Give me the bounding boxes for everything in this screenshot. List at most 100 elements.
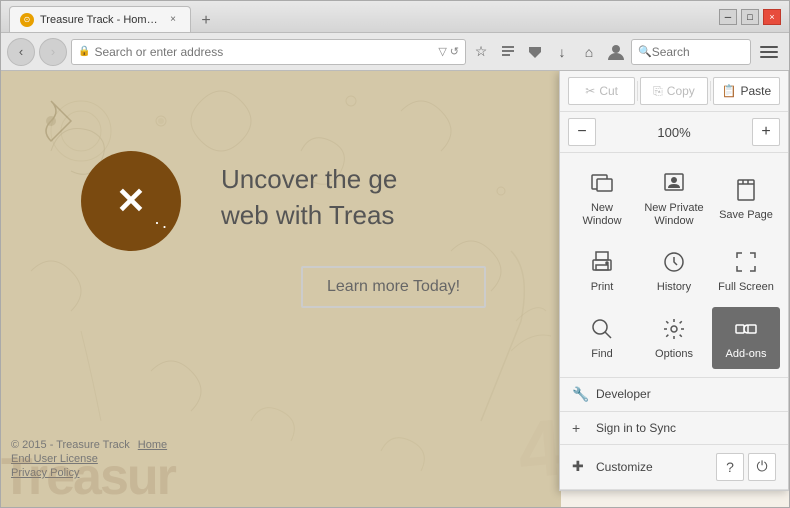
- paste-icon: 📋: [722, 84, 737, 98]
- full-screen-label: Full Screen: [718, 281, 774, 294]
- zoom-level: 100%: [600, 125, 748, 140]
- treasure-background: ✕ ·. Uncover the ge web with Treas Learn…: [1, 71, 561, 507]
- address-bar-container: 🔒 ▽ ↺: [71, 39, 466, 65]
- decorative-swirl: [21, 91, 81, 156]
- title-bar: ⊙ Treasure Track - Home Pa... × + ─ □ ×: [1, 1, 789, 33]
- customize-left[interactable]: ✚ Customize: [572, 458, 653, 475]
- address-input[interactable]: [94, 45, 434, 59]
- back-button[interactable]: ‹: [7, 38, 35, 66]
- paste-button[interactable]: 📋 Paste: [713, 77, 780, 105]
- tab-favicon: ⊙: [20, 13, 34, 27]
- new-private-window-icon: [660, 169, 688, 197]
- find-icon: [588, 315, 616, 343]
- new-window-icon: [588, 169, 616, 197]
- logo-dots: ·.: [154, 212, 169, 233]
- sign-in-menu-item[interactable]: + Sign in to Sync: [560, 412, 788, 445]
- customize-label: Customize: [596, 460, 653, 474]
- copy-icon: ⎘: [653, 84, 663, 99]
- minimize-button[interactable]: ─: [719, 9, 737, 25]
- content-area: ✕ ·. Uncover the ge web with Treas Learn…: [1, 71, 789, 507]
- separator-v2: [710, 81, 711, 101]
- new-window-menu-item[interactable]: New Window: [568, 161, 636, 236]
- menu-grid: New Window New PrivateWindow: [560, 153, 788, 378]
- nav-bar: ‹ › 🔒 ▽ ↺ ☆ ↓ ⌂ 🔍: [1, 33, 789, 71]
- tab-area: ⊙ Treasure Track - Home Pa... × +: [9, 1, 217, 32]
- save-page-icon: [732, 176, 760, 204]
- find-label: Find: [591, 348, 612, 361]
- options-label: Options: [655, 348, 693, 361]
- avatar-icon[interactable]: [605, 41, 627, 63]
- search-bar-container: 🔍: [631, 39, 751, 65]
- headline: Uncover the ge web with Treas: [221, 161, 397, 234]
- add-ons-menu-item[interactable]: Add-ons: [712, 307, 780, 369]
- history-menu-item[interactable]: History: [640, 240, 708, 302]
- full-screen-menu-item[interactable]: Full Screen: [712, 240, 780, 302]
- print-icon: [588, 248, 616, 276]
- browser-window: ⊙ Treasure Track - Home Pa... × + ─ □ × …: [0, 0, 790, 508]
- logo-x-mark: ✕: [116, 180, 146, 222]
- save-page-menu-item[interactable]: Save Page: [712, 161, 780, 236]
- cut-button[interactable]: ✂ Cut: [568, 77, 635, 105]
- hamburger-menu-button[interactable]: [755, 38, 783, 66]
- menu-line-3: [760, 56, 778, 58]
- menu-line-2: [760, 51, 778, 53]
- menu-line-1: [760, 46, 778, 48]
- full-screen-icon: [732, 248, 760, 276]
- history-icon: [660, 248, 688, 276]
- headline-line1: Uncover the ge: [221, 161, 397, 197]
- developer-icon: 🔧: [572, 386, 588, 403]
- options-icon: [660, 315, 688, 343]
- customize-icon: ✚: [572, 458, 588, 475]
- cut-icon: ✂: [585, 84, 595, 98]
- new-tab-button[interactable]: +: [195, 10, 217, 32]
- sign-in-icon: +: [572, 420, 588, 436]
- zoom-out-button[interactable]: −: [568, 118, 596, 146]
- maximize-button[interactable]: □: [741, 9, 759, 25]
- zoom-in-button[interactable]: +: [752, 118, 780, 146]
- add-ons-label: Add-ons: [726, 348, 767, 361]
- learn-more-button[interactable]: Learn more Today!: [301, 266, 486, 308]
- copy-button[interactable]: ⎘ Copy: [640, 77, 707, 105]
- save-page-label: Save Page: [719, 209, 773, 222]
- window-controls: ─ □ ×: [719, 9, 781, 25]
- menu-footer-buttons: ? ⏻: [716, 453, 776, 481]
- help-button[interactable]: ?: [716, 453, 744, 481]
- options-menu-item[interactable]: Options: [640, 307, 708, 369]
- zoom-row: − 100% +: [560, 112, 788, 153]
- power-button[interactable]: ⏻: [748, 453, 776, 481]
- firefox-menu: ✂ Cut ⎘ Copy 📋 Paste − 100% +: [559, 71, 789, 491]
- edit-controls-row: ✂ Cut ⎘ Copy 📋 Paste: [560, 71, 788, 112]
- bookmark-icon[interactable]: ☆: [470, 41, 492, 63]
- tab-title: Treasure Track - Home Pa...: [40, 14, 160, 26]
- nav-icons-right: ☆ ↓ ⌂: [470, 41, 627, 63]
- lock-icon: 🔒: [78, 46, 90, 57]
- print-label: Print: [591, 281, 614, 294]
- developer-label: Developer: [596, 387, 651, 401]
- tab-close-button[interactable]: ×: [166, 13, 180, 27]
- new-private-window-menu-item[interactable]: New PrivateWindow: [640, 161, 708, 236]
- filter-icon[interactable]: ▽: [438, 45, 446, 58]
- new-private-window-label: New PrivateWindow: [644, 202, 703, 228]
- address-icons: ▽ ↺: [438, 45, 459, 58]
- developer-menu-item[interactable]: 🔧 Developer: [560, 378, 788, 412]
- pocket-icon[interactable]: [524, 41, 546, 63]
- add-ons-icon: [732, 315, 760, 343]
- download-icon[interactable]: ↓: [551, 41, 573, 63]
- sign-in-label: Sign in to Sync: [596, 421, 676, 435]
- separator-v1: [637, 81, 638, 101]
- forward-button[interactable]: ›: [39, 38, 67, 66]
- active-tab[interactable]: ⊙ Treasure Track - Home Pa... ×: [9, 6, 191, 32]
- headline-line2: web with Treas: [221, 197, 397, 233]
- close-window-button[interactable]: ×: [763, 9, 781, 25]
- reader-icon[interactable]: [497, 41, 519, 63]
- search-magnifier-icon: 🔍: [638, 45, 652, 58]
- watermark-left: Treasur: [1, 447, 175, 507]
- print-menu-item[interactable]: Print: [568, 240, 636, 302]
- new-window-label: New Window: [572, 202, 632, 228]
- history-label: History: [657, 281, 691, 294]
- customize-row: ✚ Customize ? ⏻: [560, 445, 788, 490]
- refresh-icon[interactable]: ↺: [450, 45, 459, 58]
- find-menu-item[interactable]: Find: [568, 307, 636, 369]
- home-icon[interactable]: ⌂: [578, 41, 600, 63]
- logo-circle: ✕ ·.: [81, 151, 181, 251]
